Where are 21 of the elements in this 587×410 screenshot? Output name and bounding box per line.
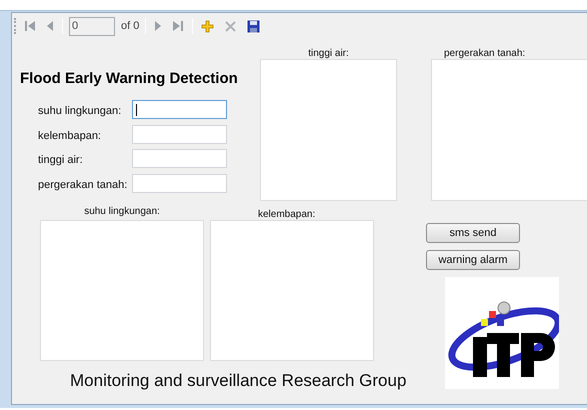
action-button[interactable]: warning alarm xyxy=(426,250,520,270)
field-label: suhu lingkungan: xyxy=(38,104,122,119)
input-field[interactable] xyxy=(132,149,227,168)
plus-icon[interactable] xyxy=(201,20,214,32)
chart-label: kelembapan: xyxy=(258,208,316,222)
logo-icon xyxy=(445,277,559,389)
input-field[interactable] xyxy=(132,100,227,119)
field-label: tinggi air: xyxy=(38,153,83,168)
chart-label: suhu lingkungan: xyxy=(83,205,161,219)
footer-text: Monitoring and surveillance Research Group xyxy=(70,370,406,392)
field-label: kelembapan: xyxy=(38,129,101,144)
input-field[interactable] xyxy=(132,174,227,193)
action-button[interactable]: sms send xyxy=(426,223,520,243)
chart-label: tinggi air: xyxy=(307,47,350,61)
form-title: Flood Early Warning Detection xyxy=(20,69,238,89)
field-label: pergerakan tanah: xyxy=(38,178,128,193)
save-icon[interactable] xyxy=(247,20,260,32)
chart-label: pergerakan tanah: xyxy=(444,47,526,61)
input-field[interactable] xyxy=(132,125,227,144)
record-count: of 0 xyxy=(121,18,140,34)
position-field[interactable]: 0 xyxy=(69,16,115,36)
